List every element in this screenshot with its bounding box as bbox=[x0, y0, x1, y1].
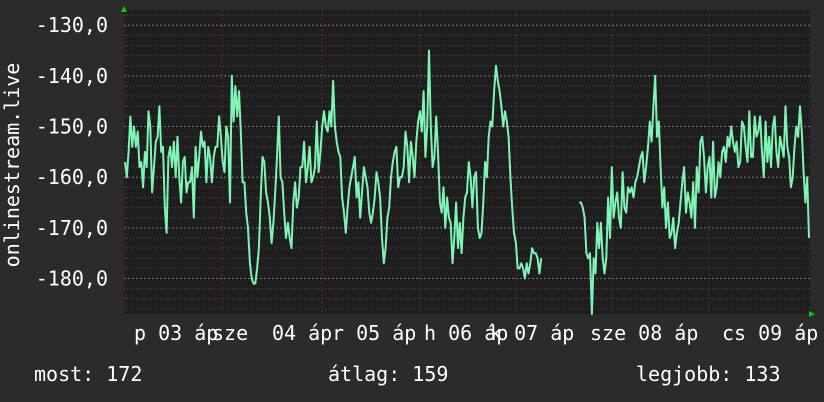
x-tick-label: sze 08 áp bbox=[590, 321, 698, 345]
y-tick-label: -140,0 bbox=[36, 64, 108, 88]
y-tick-label: -170,0 bbox=[36, 216, 108, 240]
x-tick-label: sze bbox=[212, 321, 248, 345]
chart: -130,0 -140,0 -150,0 -160,0 -170,0 -180,0 onl… bbox=[0, 0, 824, 362]
y-tick-label: -180,0 bbox=[36, 267, 108, 291]
stats-bar: most: 172 átlag: 159 legjobb: 133 bbox=[0, 362, 824, 392]
y-tick-label: -160,0 bbox=[36, 165, 108, 189]
y-axis-label: onlinestream.live bbox=[0, 63, 24, 268]
x-tick-label: cs 09 áp bbox=[722, 321, 818, 345]
stat-best: legjobb: 133 bbox=[636, 362, 781, 386]
stat-average: átlag: 159 bbox=[328, 362, 449, 386]
y-tick-label: -130,0 bbox=[36, 13, 108, 37]
y-tick-label: -150,0 bbox=[36, 115, 108, 139]
stat-current: most: 172 bbox=[34, 362, 143, 386]
x-tick-label: k 07 áp bbox=[490, 321, 574, 345]
x-tick-label: r 05 áp bbox=[332, 321, 416, 345]
x-tick-label: 04 áp bbox=[272, 321, 332, 345]
x-tick-label: p 03 áp bbox=[134, 321, 218, 345]
